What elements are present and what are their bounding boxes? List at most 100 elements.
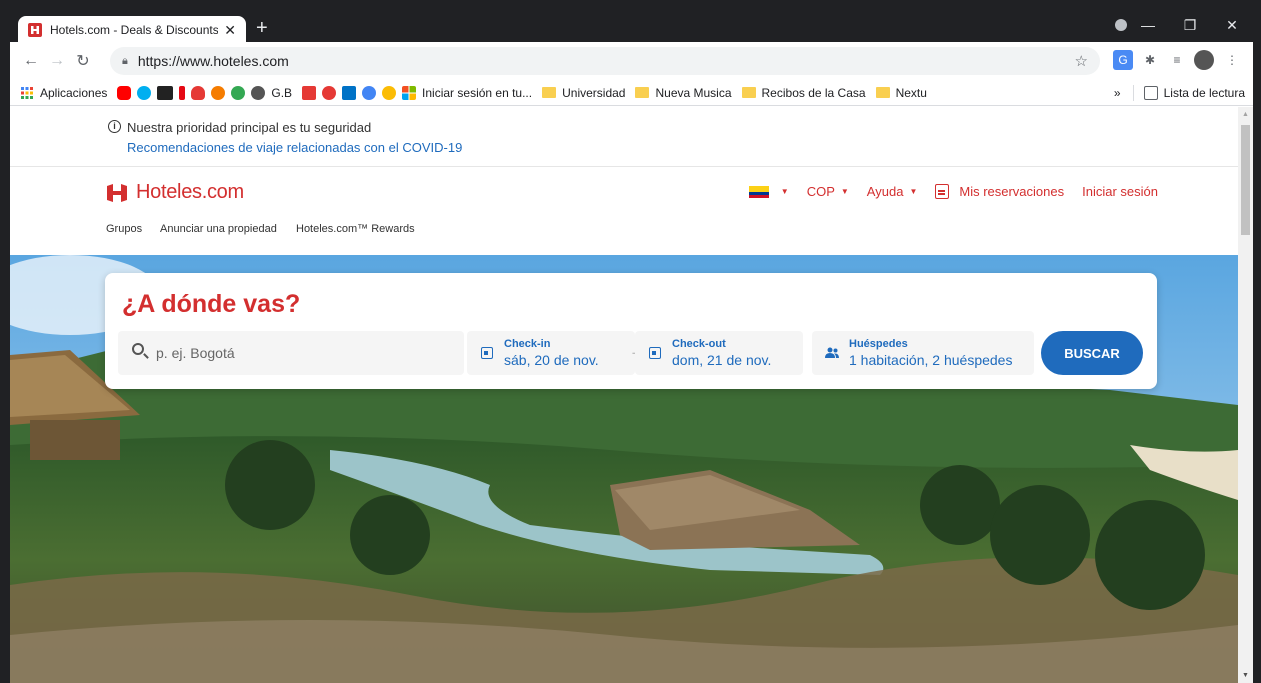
- lock-icon[interactable]: 🔒︎: [122, 55, 128, 68]
- bookmarks-bar: Aplicaciones G.B Iniciar sesión en tu...…: [10, 80, 1253, 106]
- bookmark-star-icon[interactable]: ☆: [1075, 52, 1088, 70]
- tab-close-icon[interactable]: ✕: [224, 22, 236, 39]
- browser-window: Hotels.com - Deals & Discounts f ✕ + — ❐…: [10, 8, 1253, 683]
- url-text: https://www.hoteles.com: [137, 53, 289, 69]
- checkin-field[interactable]: Check-in sáb, 20 de nov.: [467, 331, 635, 375]
- youtube-icon[interactable]: [117, 85, 132, 100]
- bookmark-folder-universidad[interactable]: Universidad: [542, 86, 625, 100]
- microsoft-icon: [402, 85, 417, 100]
- colombia-flag-icon: [748, 185, 769, 198]
- header-nav: ▼ COP ▼ Ayuda ▼ Mis reservaciones Inicia…: [731, 184, 1158, 199]
- chevron-down-icon: ▼: [909, 187, 918, 196]
- divider: [1132, 85, 1134, 101]
- page-scrollbar[interactable]: ▲ ▼: [1238, 107, 1253, 683]
- folder-icon: [542, 87, 557, 98]
- search-heading: ¿A dónde vas?: [122, 290, 301, 318]
- address-bar[interactable]: 🔒︎ https://www.hoteles.com ☆: [110, 47, 1100, 75]
- profile-avatar[interactable]: [1194, 50, 1214, 70]
- extensions-icon[interactable]: ✱: [1140, 50, 1160, 70]
- currency-label: COP: [806, 184, 835, 199]
- reservations-link[interactable]: Mis reservaciones: [935, 184, 1064, 199]
- advertise-link[interactable]: Anunciar una propiedad: [160, 223, 277, 235]
- web-page: i Nuestra prioridad principal es tu segu…: [10, 107, 1238, 683]
- calendar-icon: [649, 347, 661, 359]
- folder-label: Nueva Musica: [655, 85, 732, 100]
- reading-list-button[interactable]: Lista de lectura: [1164, 86, 1245, 100]
- site-logo[interactable]: Hoteles.com: [106, 181, 244, 204]
- destination-input[interactable]: [156, 341, 446, 365]
- scroll-up-icon[interactable]: ▲: [1242, 111, 1249, 118]
- checkout-value: dom, 21 de nov.: [672, 352, 772, 368]
- bookmark-iniciar[interactable]: Iniciar sesión en tu...: [402, 85, 533, 100]
- menu-icon[interactable]: ⋮: [1222, 50, 1242, 70]
- opera-icon[interactable]: [322, 85, 337, 100]
- skype-icon[interactable]: [137, 85, 152, 100]
- signin-link[interactable]: Iniciar sesión: [1082, 184, 1158, 199]
- bookmark-folder-recibos[interactable]: Recibos de la Casa: [741, 86, 866, 100]
- search-button[interactable]: BUSCAR: [1041, 331, 1143, 375]
- bookmark-gb-label: G.B: [271, 85, 293, 100]
- destination-field[interactable]: [118, 331, 464, 375]
- guests-field[interactable]: Huéspedes 1 habitación, 2 huéspedes: [812, 331, 1034, 375]
- bookmark-icon-yellow[interactable]: [382, 85, 397, 100]
- close-window-button[interactable]: ✕: [1211, 17, 1253, 34]
- download-icon[interactable]: [302, 85, 317, 100]
- profile-indicator-icon[interactable]: [1115, 19, 1127, 31]
- covid-heading: Nuestra prioridad principal es tu seguri…: [127, 120, 372, 135]
- search-icon: [132, 343, 144, 355]
- checkin-label: Check-in: [504, 338, 551, 350]
- logo-text: Hoteles.com: [136, 181, 244, 203]
- forward-icon[interactable]: →: [44, 52, 70, 70]
- reload-icon[interactable]: ↻: [70, 51, 96, 71]
- netflix-icon[interactable]: [179, 85, 186, 100]
- checkout-field[interactable]: Check-out dom, 21 de nov.: [635, 331, 803, 375]
- checkin-value: sáb, 20 de nov.: [504, 352, 599, 368]
- bookmarks-right: » Lista de lectura: [1114, 80, 1245, 106]
- we-icon[interactable]: [157, 85, 174, 100]
- bookmark-icon-blue[interactable]: [362, 85, 377, 100]
- guests-value: 1 habitación, 2 huéspedes: [849, 352, 1013, 368]
- new-tab-button[interactable]: +: [256, 18, 268, 38]
- help-menu[interactable]: Ayuda ▼: [867, 184, 918, 199]
- groups-link[interactable]: Grupos: [106, 223, 142, 235]
- scroll-down-icon[interactable]: ▼: [1242, 672, 1249, 679]
- people-icon: [825, 347, 839, 358]
- folder-icon: [635, 87, 650, 98]
- media-control-icon[interactable]: ≡: [1167, 50, 1187, 70]
- tab-title: Hotels.com - Deals & Discounts f: [50, 23, 219, 37]
- currency-selector[interactable]: COP ▼: [807, 184, 849, 199]
- bookmark-icon-orange[interactable]: [211, 85, 226, 100]
- help-label: Ayuda: [866, 184, 904, 199]
- bookmark-folder-nextu[interactable]: Nextu: [875, 85, 927, 100]
- folder-label: Nextu: [895, 85, 927, 100]
- hotels-logo-icon: [107, 183, 127, 202]
- language-selector[interactable]: ▼: [748, 185, 789, 198]
- chevron-down-icon: ▼: [780, 187, 789, 196]
- browser-tab[interactable]: Hotels.com - Deals & Discounts f ✕: [18, 16, 246, 44]
- scrollbar-thumb[interactable]: [1241, 125, 1250, 235]
- restore-button[interactable]: ❐: [1169, 17, 1211, 34]
- folder-icon: [875, 87, 890, 98]
- search-card: ¿A dónde vas? Check-in sáb, 20 de nov. →…: [105, 273, 1157, 389]
- checkout-label: Check-out: [672, 338, 726, 350]
- bookmark-apps-label: Aplicaciones: [40, 85, 108, 100]
- bookmark-folder-nueva-musica[interactable]: Nueva Musica: [635, 85, 732, 100]
- bookmark-apps[interactable]: Aplicaciones: [20, 86, 107, 100]
- signin-label: Iniciar sesión: [1082, 184, 1158, 199]
- covid-banner: i Nuestra prioridad principal es tu segu…: [10, 107, 1238, 167]
- folder-icon: [741, 87, 756, 98]
- covid-link[interactable]: Recomendaciones de viaje relacionadas co…: [127, 140, 462, 155]
- minimize-button[interactable]: —: [1127, 17, 1169, 33]
- outlook-icon[interactable]: [342, 85, 357, 100]
- more-bookmarks-button[interactable]: »: [1114, 86, 1121, 100]
- translate-extension-icon[interactable]: G: [1113, 50, 1133, 70]
- rewards-link[interactable]: Hoteles.com™ Rewards: [296, 223, 415, 235]
- bookmark-gb[interactable]: G.B: [251, 85, 293, 100]
- bookmark-iniciar-label: Iniciar sesión en tu...: [422, 85, 533, 100]
- reading-list-icon: [1143, 86, 1158, 100]
- heart-icon[interactable]: [191, 85, 206, 100]
- back-icon[interactable]: ←: [18, 52, 44, 70]
- info-icon: i: [108, 120, 121, 133]
- bookmark-icon-green[interactable]: [231, 85, 246, 100]
- globe-icon: [251, 85, 266, 100]
